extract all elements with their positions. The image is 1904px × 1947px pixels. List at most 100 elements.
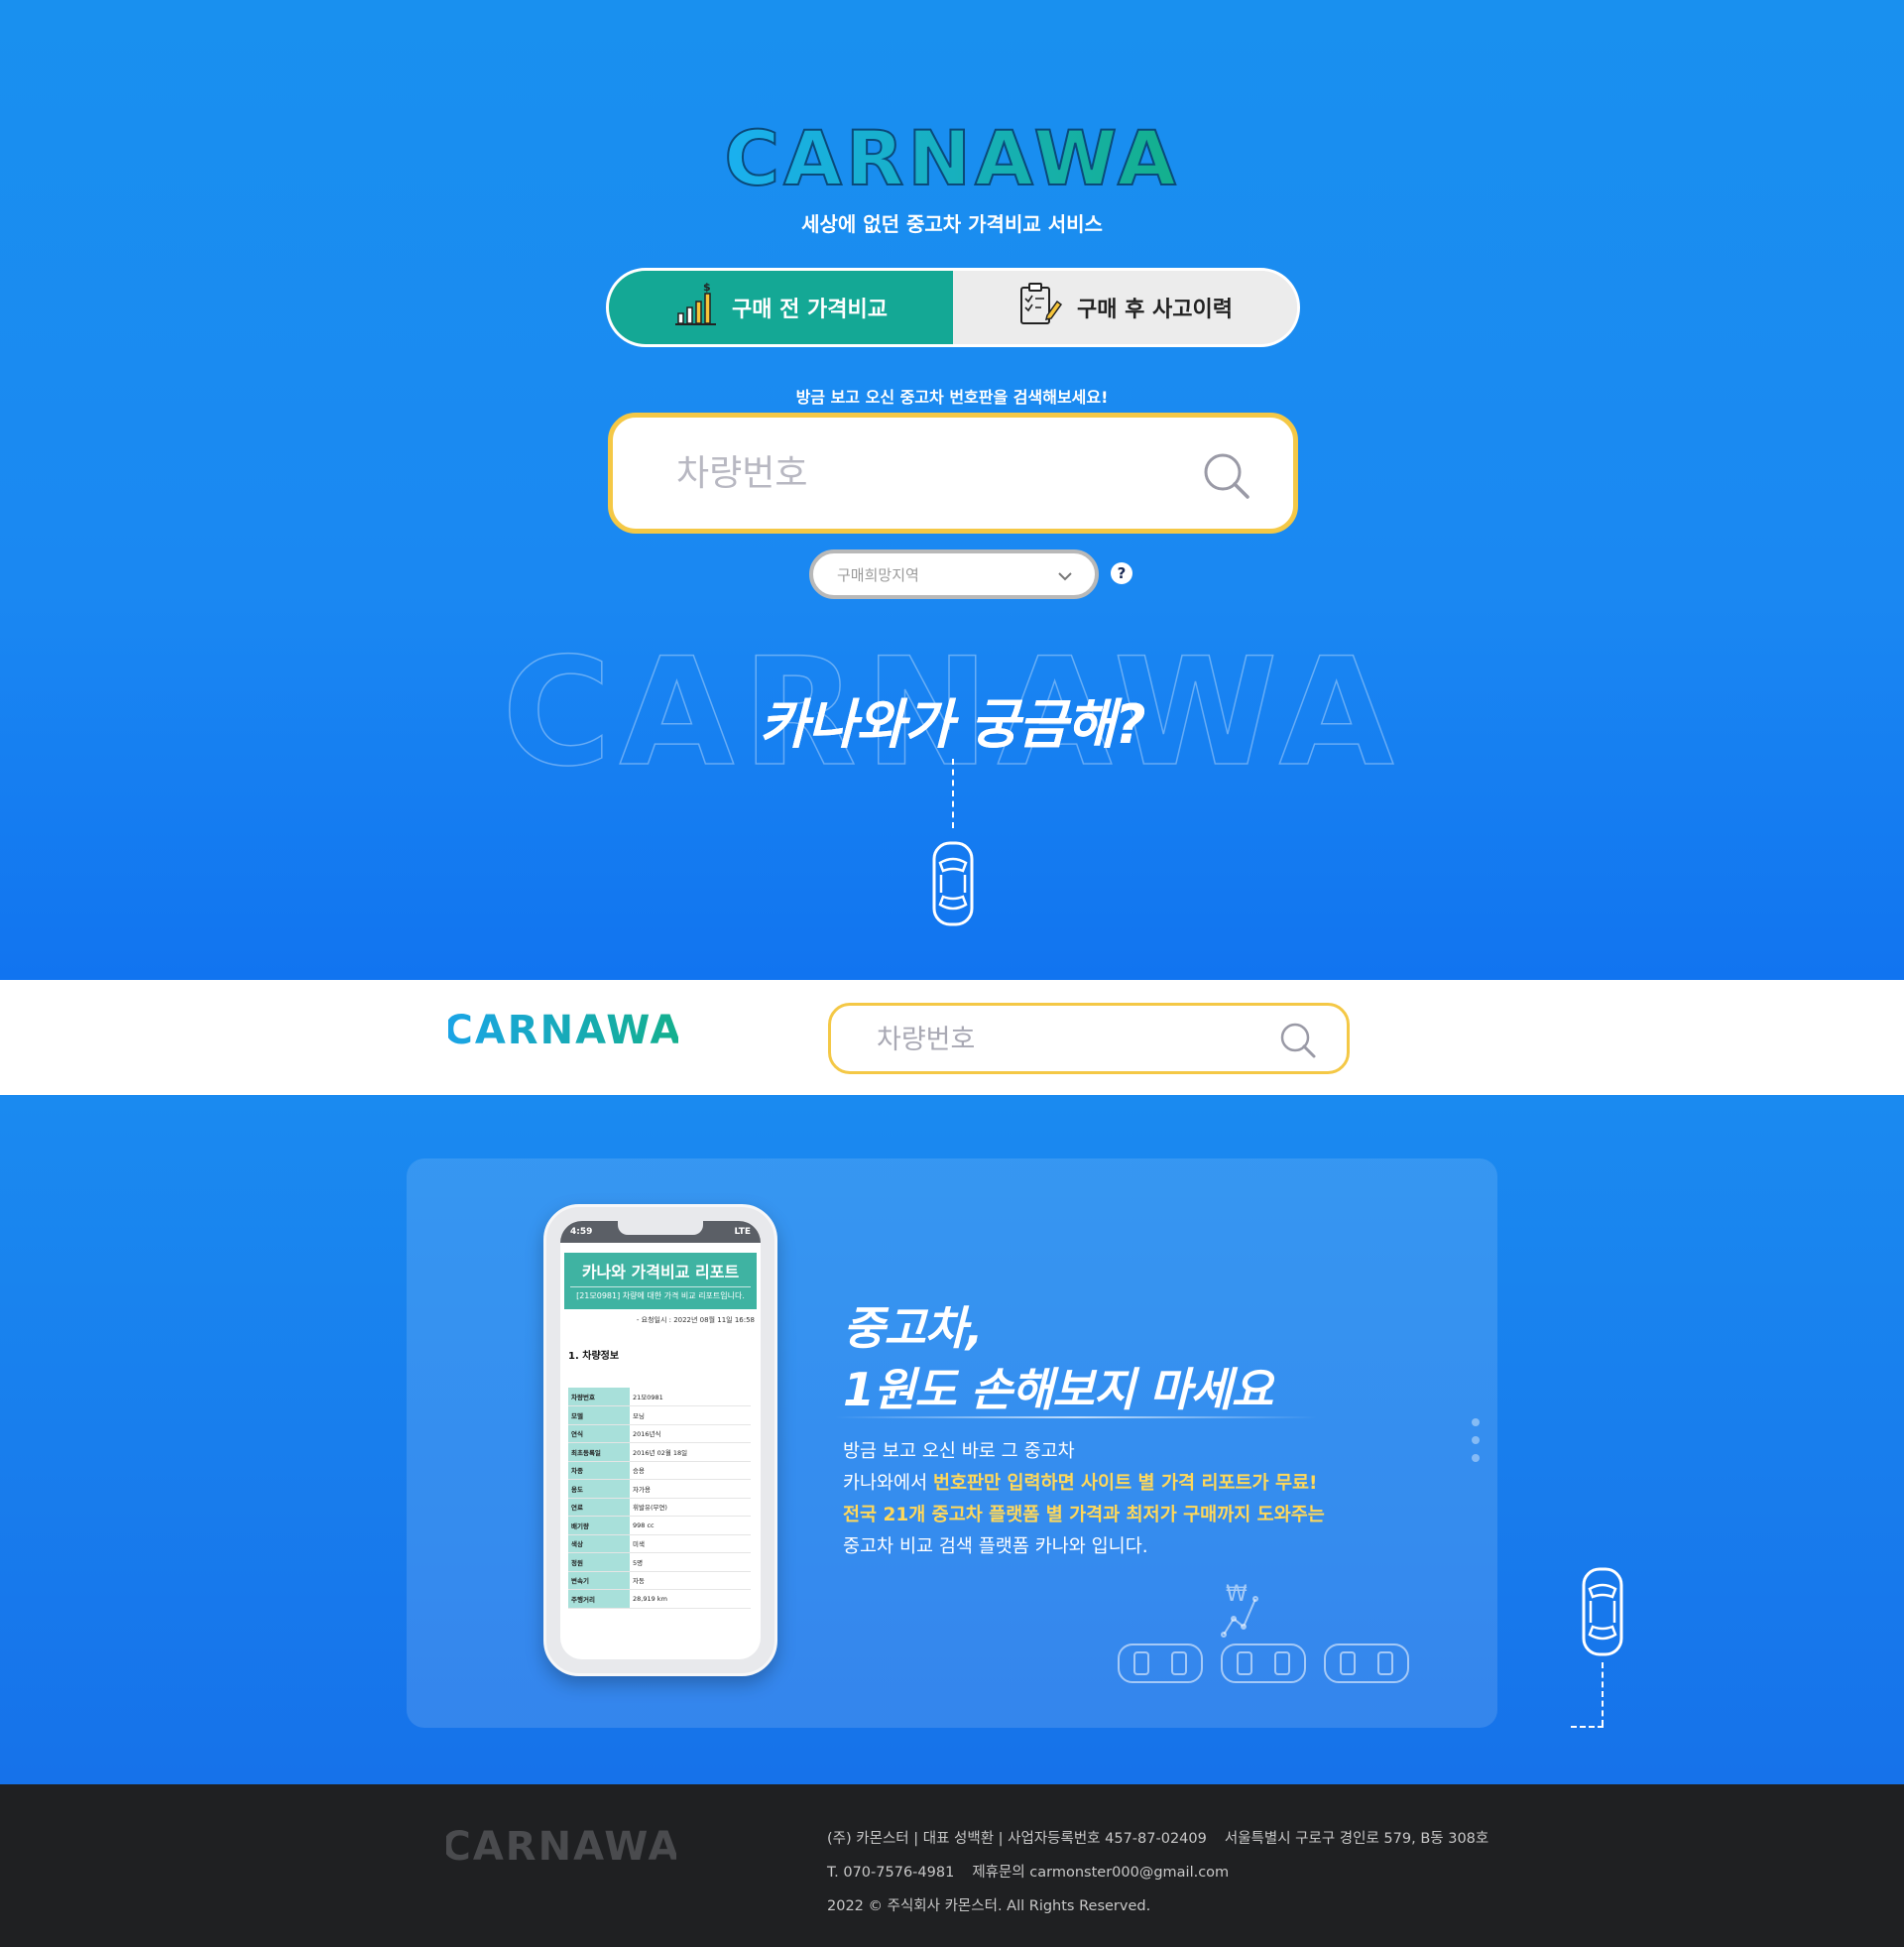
region-select[interactable]: 구매희망지역	[809, 549, 1099, 599]
desc-line1: 방금 보고 오신 바로 그 중고차	[843, 1441, 1075, 1462]
spec-key: 차종	[568, 1461, 630, 1480]
hero-logo-text: CARNAWA	[724, 117, 1179, 196]
spec-row: 최초등록일 2016년 02월 18일	[568, 1442, 751, 1462]
hero-search-box	[608, 413, 1298, 534]
spec-key: 용도	[568, 1479, 630, 1499]
spec-row: 용도 자가용	[568, 1479, 751, 1499]
spec-value: 2016년 02월 18일	[630, 1442, 751, 1462]
search-icon[interactable]	[1279, 1022, 1317, 1063]
bar-search-box	[828, 1003, 1350, 1074]
bar-logo-text: CARNAWA	[448, 1008, 678, 1049]
spec-row: 연식 2016년식	[568, 1424, 751, 1443]
phone-time: 4:59	[570, 1227, 593, 1237]
spec-row: 배기량 998 cc	[568, 1516, 751, 1535]
help-icon[interactable]: ?	[1111, 562, 1132, 584]
desc-line2-highlight: 번호판만 입력하면 사이트 별 가격 리포트가 무료!	[932, 1473, 1318, 1494]
hero-section: CARNAWA 세상에 없던 중고차 가격비교 서비스 $ 구매 전 가격비교	[0, 0, 1904, 980]
footer: CARNAWA (주) 카몬스터 | 대표 성백환 | 사업자등록번호 457-…	[0, 1784, 1904, 1947]
slider-dot[interactable]	[1472, 1418, 1480, 1426]
spec-value: 모닝	[630, 1405, 751, 1425]
slider-dot[interactable]	[1472, 1436, 1480, 1444]
tab-price-compare[interactable]: $ 구매 전 가격비교	[609, 271, 953, 344]
footer-email[interactable]: 제휴문의 carmonster000@gmail.com	[972, 1865, 1229, 1881]
car-icon	[1580, 1565, 1625, 1662]
plate-number-input[interactable]	[676, 443, 1152, 503]
mode-tabs: $ 구매 전 가격비교 구매 후 사고이력	[606, 268, 1300, 347]
spec-key: 연료	[568, 1498, 630, 1517]
spec-table: 차량번호 21모0981 모델 모닝 연식 2016년식 최초등록일 2016년 02월 18…	[568, 1388, 751, 1609]
report-subtitle: [21모0981] 차량에 대한 가격 비교 리포트입니다.	[576, 1291, 745, 1300]
spec-value: 자동	[630, 1571, 751, 1590]
feature-title-line1: 중고차,	[843, 1301, 983, 1355]
spec-row: 차량번호 21모0981	[568, 1388, 751, 1406]
spec-row: 색상 미색	[568, 1534, 751, 1553]
search-bar-section: CARNAWA	[0, 980, 1904, 1095]
tab-price-compare-label: 구매 전 가격비교	[732, 298, 888, 322]
hero-logo[interactable]: CARNAWA	[0, 113, 1904, 203]
title-underline	[835, 1416, 1317, 1418]
spec-key: 연식	[568, 1424, 630, 1443]
spec-row: 주행거리 28,919 km	[568, 1589, 751, 1609]
desc-line2-pre: 카나와에서	[843, 1473, 933, 1494]
spec-row: 모델 모닝	[568, 1405, 751, 1425]
desc-line3-highlight: 전국 21개 중고차 플랫폼 별 가격과 최저가 구매까지 도와주는	[843, 1505, 1325, 1525]
report-section-title: 1. 차량정보	[568, 1351, 620, 1362]
spec-value: 5명	[630, 1552, 751, 1572]
svg-text:$: $	[703, 282, 711, 294]
spec-key: 정원	[568, 1552, 630, 1572]
mini-car-icon	[1324, 1643, 1409, 1683]
spec-value: 자가용	[630, 1479, 751, 1499]
spec-value: 2016년식	[630, 1424, 751, 1443]
footer-logo[interactable]: CARNAWA	[441, 1824, 678, 1870]
report-request-time: - 요청일시 : 2022년 08월 11일 16:58	[636, 1316, 755, 1324]
clipboard-edit-icon	[1017, 282, 1063, 333]
footer-address: 서울특별시 구로구 경인로 579, B동 308호	[1224, 1831, 1489, 1847]
feature-section: 4:59 LTE 카나와 가격비교 리포트 [21모0981] 차량에 대한 가…	[0, 1095, 1904, 1784]
slider-dots[interactable]	[1472, 1418, 1480, 1472]
spec-row: 차종 승용	[568, 1461, 751, 1480]
report-header: 카나와 가격비교 리포트 [21모0981] 차량에 대한 가격 비교 리포트입…	[564, 1253, 757, 1309]
region-select-value: 구매희망지역	[837, 565, 919, 584]
footer-tel: T. 070-7576-4981	[827, 1865, 955, 1881]
slider-dot[interactable]	[1472, 1454, 1480, 1462]
bar-plate-number-input[interactable]	[877, 1020, 1234, 1059]
spec-row: 정원 5명	[568, 1552, 751, 1572]
footer-info: (주) 카몬스터 | 대표 성백환 | 사업자등록번호 457-87-02409…	[827, 1822, 1488, 1923]
spec-value: 21모0981	[630, 1388, 751, 1406]
spec-key: 색상	[568, 1534, 630, 1553]
tab-accident-history[interactable]: 구매 후 사고이력	[953, 271, 1297, 344]
mini-car-icon	[1221, 1643, 1306, 1683]
car-icon	[930, 841, 976, 930]
feature-title: 중고차, 1원도 손해보지 마세요	[843, 1297, 1273, 1420]
spec-key: 차량번호	[568, 1388, 630, 1406]
spec-key: 배기량	[568, 1516, 630, 1535]
phone-mockup: 4:59 LTE 카나와 가격비교 리포트 [21모0981] 차량에 대한 가…	[543, 1204, 777, 1676]
tagline: 세상에 없던 중고차 가격비교 서비스	[801, 212, 1103, 236]
desc-line2: 카나와에서 번호판만 입력하면 사이트 별 가격 리포트가 무료!	[843, 1468, 1325, 1500]
chevron-down-icon	[1057, 567, 1073, 585]
spec-key: 최초등록일	[568, 1442, 630, 1462]
bar-logo[interactable]: CARNAWA	[443, 1008, 680, 1053]
dashed-path	[1602, 1662, 1604, 1726]
dashed-path	[952, 759, 954, 828]
dashed-path	[1571, 1726, 1604, 1728]
svg-text:₩: ₩	[1226, 1582, 1248, 1607]
phone-screen: 4:59 LTE 카나와 가격비교 리포트 [21모0981] 차량에 대한 가…	[560, 1221, 761, 1659]
feature-title-line2: 1원도 손해보지 마세요	[843, 1363, 1273, 1416]
spec-value: 28,919 km	[630, 1589, 751, 1609]
spec-row: 연료 휘발유(무연)	[568, 1498, 751, 1517]
spec-key: 주행거리	[568, 1589, 630, 1609]
search-icon[interactable]	[1202, 451, 1251, 505]
feature-card: 4:59 LTE 카나와 가격비교 리포트 [21모0981] 차량에 대한 가…	[407, 1158, 1497, 1728]
search-hint: 방금 보고 오신 중고차 번호판을 검색해보세요!	[795, 388, 1109, 407]
spec-key: 변속기	[568, 1571, 630, 1590]
footer-company: (주) 카몬스터 | 대표 성백환 | 사업자등록번호 457-87-02409	[827, 1831, 1207, 1847]
phone-network: LTE	[734, 1227, 751, 1237]
spec-row: 변속기 자동	[568, 1571, 751, 1590]
tab-accident-history-label: 구매 후 사고이력	[1077, 298, 1233, 322]
spec-value: 휘발유(무연)	[630, 1498, 751, 1517]
feature-description: 방금 보고 오신 바로 그 중고차 카나와에서 번호판만 입력하면 사이트 별 …	[843, 1436, 1325, 1563]
mini-car-icon	[1118, 1643, 1203, 1683]
spec-value: 998 cc	[630, 1516, 751, 1535]
price-chart-icon: $	[674, 281, 718, 333]
